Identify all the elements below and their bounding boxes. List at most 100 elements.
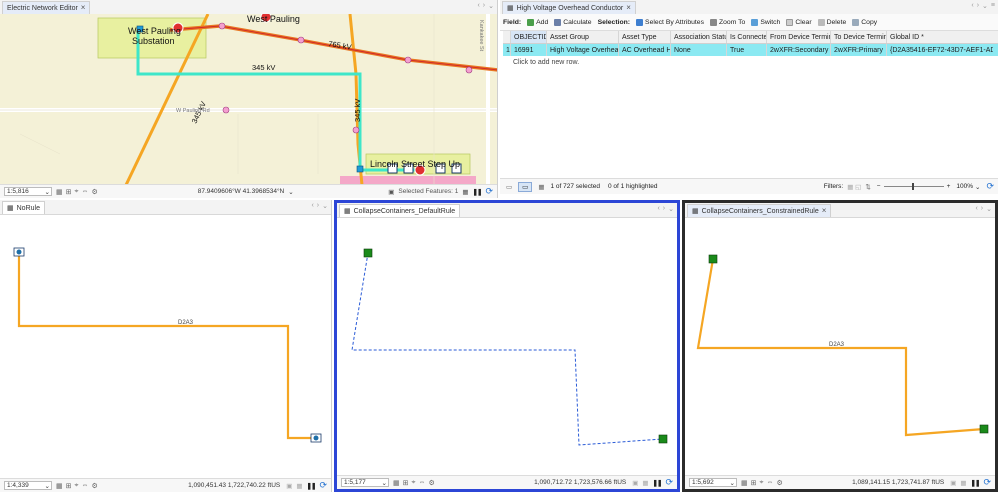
- refresh-icon[interactable]: ⟳: [665, 477, 673, 488]
- chevron-down-icon[interactable]: ⌄: [986, 205, 992, 213]
- select-by-attributes-button[interactable]: Select By Attributes: [636, 18, 704, 26]
- zoom-to-button[interactable]: Zoom To: [709, 18, 745, 26]
- selection-icon[interactable]: ▣: [950, 479, 956, 487]
- diagram-canvas[interactable]: [337, 217, 677, 475]
- chevron-left-icon[interactable]: ‹: [477, 2, 479, 10]
- close-icon[interactable]: ×: [626, 4, 631, 12]
- junction-node[interactable]: [708, 254, 718, 264]
- grid-icon[interactable]: ▦: [296, 482, 302, 490]
- junction-node[interactable]: [363, 248, 373, 258]
- add-row-placeholder[interactable]: Click to add new row.: [503, 56, 998, 68]
- diagram-canvas[interactable]: D2A3: [0, 214, 332, 478]
- chevron-right-icon[interactable]: ›: [981, 205, 983, 213]
- pause-button[interactable]: ❚❚: [653, 479, 663, 487]
- grid-icon[interactable]: ▦: [642, 479, 648, 487]
- grid-icon[interactable]: ▦: [538, 183, 544, 191]
- close-icon[interactable]: ×: [81, 4, 86, 12]
- table-cell[interactable]: None: [671, 44, 727, 56]
- constraint-icon[interactable]: ⇔: [81, 188, 88, 196]
- refresh-icon[interactable]: ⟳: [986, 181, 994, 192]
- zoom-out-icon[interactable]: −: [877, 183, 881, 190]
- grid-icon[interactable]: ⊞: [66, 188, 72, 196]
- switch-button[interactable]: Switch: [751, 18, 780, 26]
- junction-node[interactable]: [313, 435, 319, 441]
- diagram-pane-constrained-rule[interactable]: ▦ CollapseContainers_ConstrainedRule × ‹…: [682, 200, 998, 492]
- tab-collapse-containers-default-rule[interactable]: ▦ CollapseContainers_DefaultRule: [339, 204, 461, 217]
- junction-node[interactable]: [658, 434, 668, 444]
- diagram-pane-norule[interactable]: ▦ NoRule ‹ › ⌄ D2A3 1:4,339 ⌄ ▦ ⊞ ⌖ ⇔ ⚙ 1…: [0, 200, 332, 492]
- zoom-slider[interactable]: [883, 183, 944, 190]
- pause-button[interactable]: ❚❚: [307, 482, 317, 490]
- snapping-icon[interactable]: ⌖: [412, 479, 416, 487]
- scale-dropdown[interactable]: 1:4,339 ⌄: [4, 481, 52, 490]
- grid-icon[interactable]: ⊞: [66, 482, 72, 490]
- table-cell[interactable]: AC Overhead HV: [619, 44, 671, 56]
- zoom-in-icon[interactable]: +: [947, 183, 951, 190]
- table-cell[interactable]: {D2A35416-EF72-43D7-AEF1-ADDF7: [887, 44, 993, 56]
- tab-collapse-containers-constrained-rule[interactable]: ▦ CollapseContainers_ConstrainedRule ×: [687, 204, 832, 217]
- map-canvas[interactable]: West Pauling Substation West Pauling 765…: [0, 14, 498, 185]
- table-cell[interactable]: True: [727, 44, 767, 56]
- junction-node[interactable]: [465, 66, 473, 74]
- selection-icon[interactable]: ▣: [286, 482, 292, 490]
- diagram-pane-default-rule[interactable]: ▦ CollapseContainers_DefaultRule ‹ › ⌄ 1…: [334, 200, 680, 492]
- scale-dropdown[interactable]: 1:5,692 ⌄: [689, 478, 737, 487]
- chevron-left-icon[interactable]: ‹: [311, 202, 313, 210]
- junction-node[interactable]: [979, 424, 989, 434]
- grid-icon[interactable]: ▦: [393, 479, 400, 487]
- settings-icon[interactable]: ⚙: [776, 479, 782, 487]
- chevron-down-icon[interactable]: ⌄: [288, 188, 293, 196]
- constraint-icon[interactable]: ⇔: [766, 479, 773, 487]
- filter-icon[interactable]: ▦ ◱: [847, 183, 861, 191]
- chevron-right-icon[interactable]: ›: [483, 2, 485, 10]
- calculate-button[interactable]: Calculate: [554, 18, 592, 26]
- column-header[interactable]: Global ID *: [887, 31, 993, 43]
- chevron-right-icon[interactable]: ›: [977, 2, 979, 10]
- column-header[interactable]: Asset Type: [619, 31, 671, 43]
- settings-icon[interactable]: ⚙: [91, 482, 97, 490]
- settings-icon[interactable]: ⚙: [91, 188, 97, 196]
- grid-icon[interactable]: ▦: [462, 188, 468, 196]
- copy-button[interactable]: Copy: [852, 18, 877, 26]
- map-pane-editor[interactable]: Electric Network Editor × ‹ › ⌄ West Pau…: [0, 0, 498, 198]
- grid-icon[interactable]: ▦: [741, 479, 748, 487]
- refresh-icon[interactable]: ⟳: [319, 480, 327, 491]
- snapping-icon[interactable]: ⌖: [75, 188, 79, 196]
- column-header[interactable]: Association Status: [671, 31, 727, 43]
- delete-button[interactable]: Delete: [817, 18, 846, 26]
- grid-icon[interactable]: ▦: [960, 479, 966, 487]
- table-cell[interactable]: 16991: [511, 44, 547, 56]
- table-cell[interactable]: 2wXFR:Primary: [831, 44, 887, 56]
- chevron-down-icon[interactable]: ⌄: [488, 2, 494, 10]
- table-cell[interactable]: 2wXFR:Secondary: [767, 44, 831, 56]
- column-header[interactable]: Asset Group: [547, 31, 619, 43]
- refresh-icon[interactable]: ⟳: [983, 477, 991, 488]
- scale-dropdown[interactable]: 1:5,177 ⌄: [341, 478, 389, 487]
- settings-icon[interactable]: ⚙: [428, 479, 434, 487]
- chevron-right-icon[interactable]: ›: [663, 205, 665, 213]
- snapping-icon[interactable]: ⌖: [75, 482, 79, 490]
- zoom-level[interactable]: 100%: [956, 183, 973, 190]
- diagram-edge[interactable]: [17, 252, 316, 440]
- menu-icon[interactable]: ≡: [991, 2, 995, 10]
- junction-node[interactable]: [352, 126, 360, 134]
- snapping-icon[interactable]: ⌖: [760, 479, 764, 487]
- column-header[interactable]: OBJECTID *: [511, 31, 547, 43]
- pause-button[interactable]: ❚❚: [473, 188, 483, 196]
- junction-node[interactable]: [222, 106, 230, 114]
- zoom-slider-thumb[interactable]: [911, 183, 914, 190]
- chevron-down-icon[interactable]: ⌄: [982, 2, 988, 10]
- refresh-icon[interactable]: ⟳: [485, 186, 493, 197]
- grid-icon[interactable]: ▦: [56, 188, 63, 196]
- chevron-down-icon[interactable]: ⌄: [668, 205, 674, 213]
- table-view-icon[interactable]: ▭: [506, 183, 512, 191]
- chevron-left-icon[interactable]: ‹: [971, 2, 973, 10]
- scale-dropdown[interactable]: 1:5,816 ⌄: [4, 187, 52, 196]
- chevron-left-icon[interactable]: ‹: [975, 205, 977, 213]
- add-field-button[interactable]: Add: [527, 18, 548, 26]
- junction-node[interactable]: [16, 249, 22, 255]
- grid-icon[interactable]: ⊞: [751, 479, 757, 487]
- close-icon[interactable]: ×: [822, 207, 827, 215]
- tab-high-voltage-overhead-conductor[interactable]: ▦ High Voltage Overhead Conductor ×: [502, 1, 636, 14]
- clear-button[interactable]: Clear: [786, 18, 812, 26]
